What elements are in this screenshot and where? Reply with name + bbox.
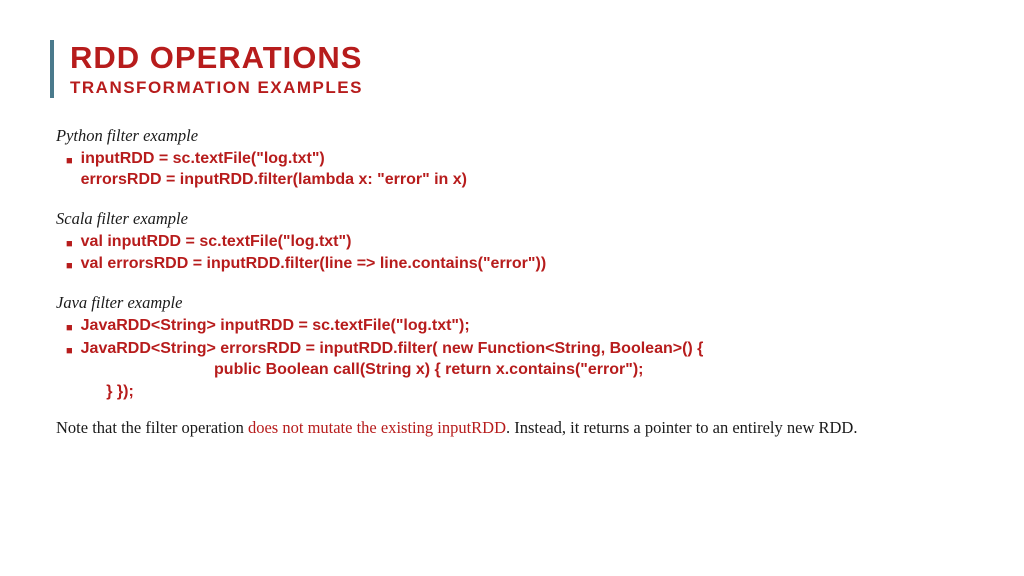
java-line-2: JavaRDD<String> errorsRDD = inputRDD.fil… [81,338,704,360]
bullet-icon: ■ [66,155,73,167]
scala-section-label: Scala filter example [56,209,974,229]
note-pre: Note that the filter operation [56,418,248,437]
python-code-block: inputRDD = sc.textFile("log.txt") errors… [81,148,467,191]
bullet-icon: ■ [66,345,73,357]
scala-code-row-1: ■ val inputRDD = sc.textFile("log.txt") [66,231,974,253]
bullet-icon: ■ [66,322,73,334]
note-highlight: does not mutate the existing inputRDD [248,418,506,437]
title-block: RDD OPERATIONS TRANSFORMATION EXAMPLES [50,40,974,98]
java-code-row-2: ■ JavaRDD<String> errorsRDD = inputRDD.f… [66,338,974,381]
java-line-3: public Boolean call(String x) { return x… [81,359,704,381]
java-line-1: JavaRDD<String> inputRDD = sc.textFile("… [81,315,470,337]
java-section-label: Java filter example [56,293,974,313]
python-line-2: errorsRDD = inputRDD.filter(lambda x: "e… [81,169,467,191]
java-code-block-2: JavaRDD<String> errorsRDD = inputRDD.fil… [81,338,704,381]
slide-title: RDD OPERATIONS [70,40,974,76]
scala-line-2: val errorsRDD = inputRDD.filter(line => … [81,253,546,275]
python-section-label: Python filter example [56,126,974,146]
footnote: Note that the filter operation does not … [56,418,974,439]
python-code-row: ■ inputRDD = sc.textFile("log.txt") erro… [66,148,974,191]
java-code-row-1: ■ JavaRDD<String> inputRDD = sc.textFile… [66,315,974,337]
slide-subtitle: TRANSFORMATION EXAMPLES [70,78,974,98]
slide-container: RDD OPERATIONS TRANSFORMATION EXAMPLES P… [0,0,1024,479]
scala-code-row-2: ■ val errorsRDD = inputRDD.filter(line =… [66,253,974,275]
java-line-4: } }); [84,381,974,403]
python-line-1: inputRDD = sc.textFile("log.txt") [81,148,467,170]
bullet-icon: ■ [66,238,73,250]
slide-content: Python filter example ■ inputRDD = sc.te… [56,126,974,439]
bullet-icon: ■ [66,260,73,272]
note-post: . Instead, it returns a pointer to an en… [506,418,857,437]
scala-line-1: val inputRDD = sc.textFile("log.txt") [81,231,352,253]
